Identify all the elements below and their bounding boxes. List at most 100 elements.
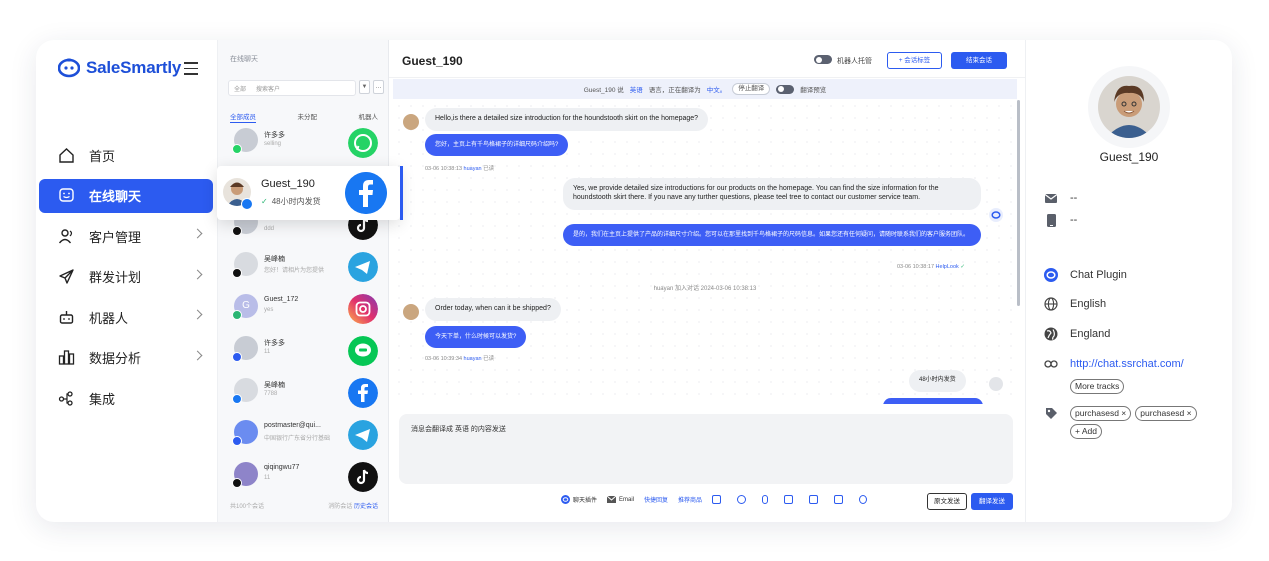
list-item[interactable]: G Guest_172 yes <box>218 290 390 328</box>
list-item[interactable]: qiqingwu77 11 <box>218 458 390 496</box>
conversation-preview: 11 <box>264 475 271 481</box>
send-translated-button[interactable]: 翻译发送 <box>971 493 1013 510</box>
tab-robot[interactable]: 机器人 <box>359 111 379 123</box>
file-icon[interactable] <box>784 495 794 504</box>
more-tracks-wrapper: More tracks <box>1070 376 1128 394</box>
video-icon[interactable] <box>834 495 844 504</box>
translation-preview-toggle[interactable] <box>776 84 795 94</box>
whatsapp-badge-icon <box>232 144 242 154</box>
search-input[interactable]: 全部 搜索客户 <box>228 80 356 96</box>
conversation-list: 在线聊天 全部 搜索客户 ▼ … 全部成员 未分配 机器人 许多多 sellin… <box>217 40 389 522</box>
preview-text: 48小时内发货 <box>271 197 321 206</box>
message-bubble: 48小时内发货 <box>909 370 966 392</box>
tab-unassigned[interactable]: 未分配 <box>298 111 318 123</box>
facebook-badge-icon <box>232 394 242 404</box>
conversation-name: Guest_190 <box>261 178 315 190</box>
filter-button[interactable]: ▼ <box>359 80 370 94</box>
chart-icon <box>57 349 75 367</box>
tag-icon <box>1044 406 1058 420</box>
phone-value: -- <box>1070 214 1078 226</box>
sidebar-item-robot[interactable]: 机器人 <box>39 300 213 334</box>
sidebar-item-label: 客户管理 <box>89 229 142 245</box>
tag-chip[interactable]: purchasesd × <box>1070 406 1132 421</box>
email-value: -- <box>1070 192 1078 204</box>
send-original-button[interactable]: 原文发送 <box>927 493 967 510</box>
active-conversation-card[interactable]: Guest_190 ✓ 48小时内发货 <box>217 166 403 220</box>
translate-prefix: Guest_190 说 <box>583 87 624 94</box>
chat-header: Guest_190 机器人托管 + 会话标签 结束会话 <box>389 40 1025 78</box>
robot-toggle[interactable] <box>814 55 832 64</box>
microphone-icon[interactable] <box>762 495 769 504</box>
total-count: 共100个会话 <box>230 504 265 510</box>
sidebar-item-chat[interactable]: 在线聊天 <box>39 178 213 213</box>
tag-chip[interactable]: purchasesd × <box>1135 406 1197 421</box>
tab-all-members[interactable]: 全部成员 <box>230 111 256 123</box>
profile-country: England <box>1044 327 1110 341</box>
list-item[interactable]: 吴峰楠 7788 <box>218 374 390 412</box>
channel-value: Chat Plugin <box>1070 269 1127 281</box>
menu-toggle-icon[interactable] <box>184 62 198 75</box>
chat-plugin-badge-icon <box>232 436 242 446</box>
message-meta: 03-06 10:38:17 HelpLook ✓ <box>897 264 965 270</box>
message-meta: 03-06 10:39:34 huayan 已读 <box>425 356 495 362</box>
target-language: 中文。 <box>706 87 727 94</box>
add-tag-chip[interactable]: + Add <box>1070 424 1102 439</box>
sidebar-item-analytics[interactable]: 数据分析 <box>39 341 213 375</box>
sidebar-item-customers[interactable]: 客户管理 <box>39 219 213 253</box>
app-window: SaleSmartly 首页 在线聊天 客户管理 群发计划 机器人 数据分析 集… <box>36 40 1232 522</box>
chat-plugin-icon <box>989 208 1003 222</box>
sidebar-item-broadcast[interactable]: 群发计划 <box>39 260 213 294</box>
sidebar: SaleSmartly 首页 在线聊天 客户管理 群发计划 机器人 数据分析 集… <box>36 40 217 522</box>
emoji-icon[interactable] <box>737 495 747 504</box>
image-icon[interactable] <box>809 495 819 504</box>
instagram-icon <box>348 294 378 324</box>
source-url-link[interactable]: http://chat.ssrchat.com/ <box>1070 358 1184 370</box>
attachment-icon[interactable] <box>859 495 868 504</box>
end-conversation-button[interactable]: 结束会话 <box>951 52 1007 69</box>
message-composer[interactable]: 消息会翻译成 英语 的内容发送 <box>399 414 1013 484</box>
search-scope[interactable]: 全部 <box>234 84 246 93</box>
more-button[interactable]: … <box>373 80 384 94</box>
list-item[interactable]: 吴峰楠 您好！请相片为您提供 <box>218 248 390 286</box>
profile-name: Guest_190 <box>1099 150 1159 164</box>
chat-plugin-badge-icon <box>232 310 242 320</box>
conversation-list-footer: 共100个会话 消防会话 历史会话 <box>230 501 378 510</box>
conversation-preview: ✓ 48小时内发货 <box>261 196 321 207</box>
list-item[interactable]: postmaster@qui... 中国银行广东省分行基础 <box>218 416 390 454</box>
chevron-right-icon <box>192 269 203 279</box>
conversation-list-title: 在线聊天 <box>230 56 258 63</box>
add-tag-button[interactable]: + 会话标签 <box>887 52 942 69</box>
scrollbar[interactable] <box>1017 100 1020 306</box>
recommend-product-button[interactable]: 推荐商品 <box>678 495 702 504</box>
brand-name: SaleSmartly <box>86 58 182 77</box>
conversation-name: 吴峰楠 <box>264 382 285 389</box>
star-icon[interactable] <box>712 495 722 504</box>
source-language: 英语 <box>629 87 643 94</box>
email-button[interactable]: Email <box>607 496 634 503</box>
message-area: Hello,is there a detailed size introduct… <box>393 100 1017 404</box>
tiktok-icon <box>348 462 378 492</box>
sidebar-item-label: 集成 <box>89 391 116 407</box>
chat-plugin-badge-icon <box>232 352 242 362</box>
history-link[interactable]: 历史会话 <box>354 504 378 510</box>
quick-reply-button[interactable]: 快捷回复 <box>644 495 668 504</box>
check-icon: ✓ <box>261 197 268 206</box>
sidebar-item-integration[interactable]: 集成 <box>39 381 213 415</box>
line-icon <box>348 336 378 366</box>
more-tracks-button[interactable]: More tracks <box>1070 379 1125 394</box>
chat-panel: Guest_190 机器人托管 + 会话标签 结束会话 Guest_190 说 … <box>389 40 1025 522</box>
list-item[interactable]: 许多多 selling <box>218 124 390 162</box>
profile-avatar-frame <box>1088 66 1170 148</box>
active-indicator <box>400 166 403 220</box>
chat-plugin-button[interactable]: 聊天插件 <box>561 495 597 504</box>
composer-hint: 消息会翻译成 英语 的内容发送 <box>411 426 506 433</box>
conversation-preview: selling <box>264 141 282 147</box>
sidebar-item-home[interactable]: 首页 <box>39 138 213 172</box>
tiktok-badge-icon <box>232 268 242 278</box>
message-bubble: Hello,is there a detailed size introduct… <box>425 108 709 131</box>
logo[interactable]: SaleSmartly <box>58 58 181 78</box>
mail-icon <box>607 496 617 503</box>
stop-translation-button[interactable]: 停止翻译 <box>732 83 771 95</box>
list-item[interactable]: 许多多 11 <box>218 332 390 370</box>
chevron-right-icon <box>192 309 203 320</box>
